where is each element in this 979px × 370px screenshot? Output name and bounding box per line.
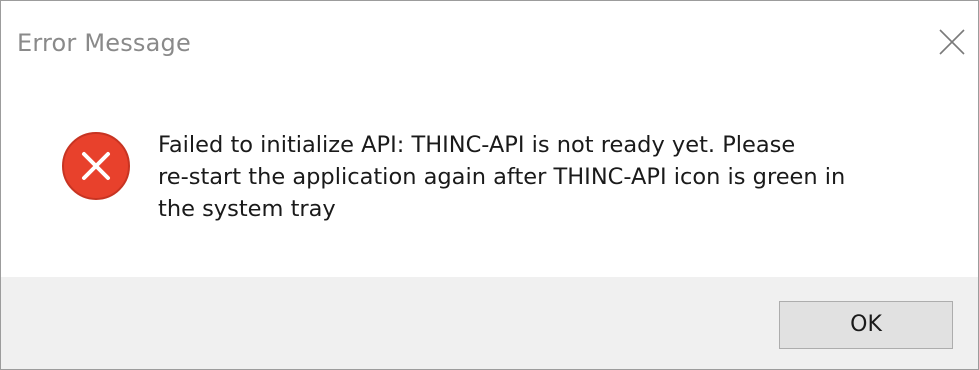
- message-line: re-start the application again after THI…: [158, 164, 846, 190]
- error-dialog: Error Message Failed to initialize API: …: [0, 0, 979, 370]
- error-message: Failed to initialize API: THINC-API is n…: [158, 129, 928, 225]
- error-icon: [60, 130, 132, 202]
- message-line: Failed to initialize API: THINC-API is n…: [158, 132, 796, 158]
- message-line: the system tray: [158, 196, 336, 222]
- ok-button[interactable]: OK: [779, 301, 953, 349]
- close-button[interactable]: [937, 27, 967, 57]
- close-icon: [939, 29, 965, 55]
- button-bar: OK: [1, 277, 978, 369]
- window-title: Error Message: [17, 29, 191, 57]
